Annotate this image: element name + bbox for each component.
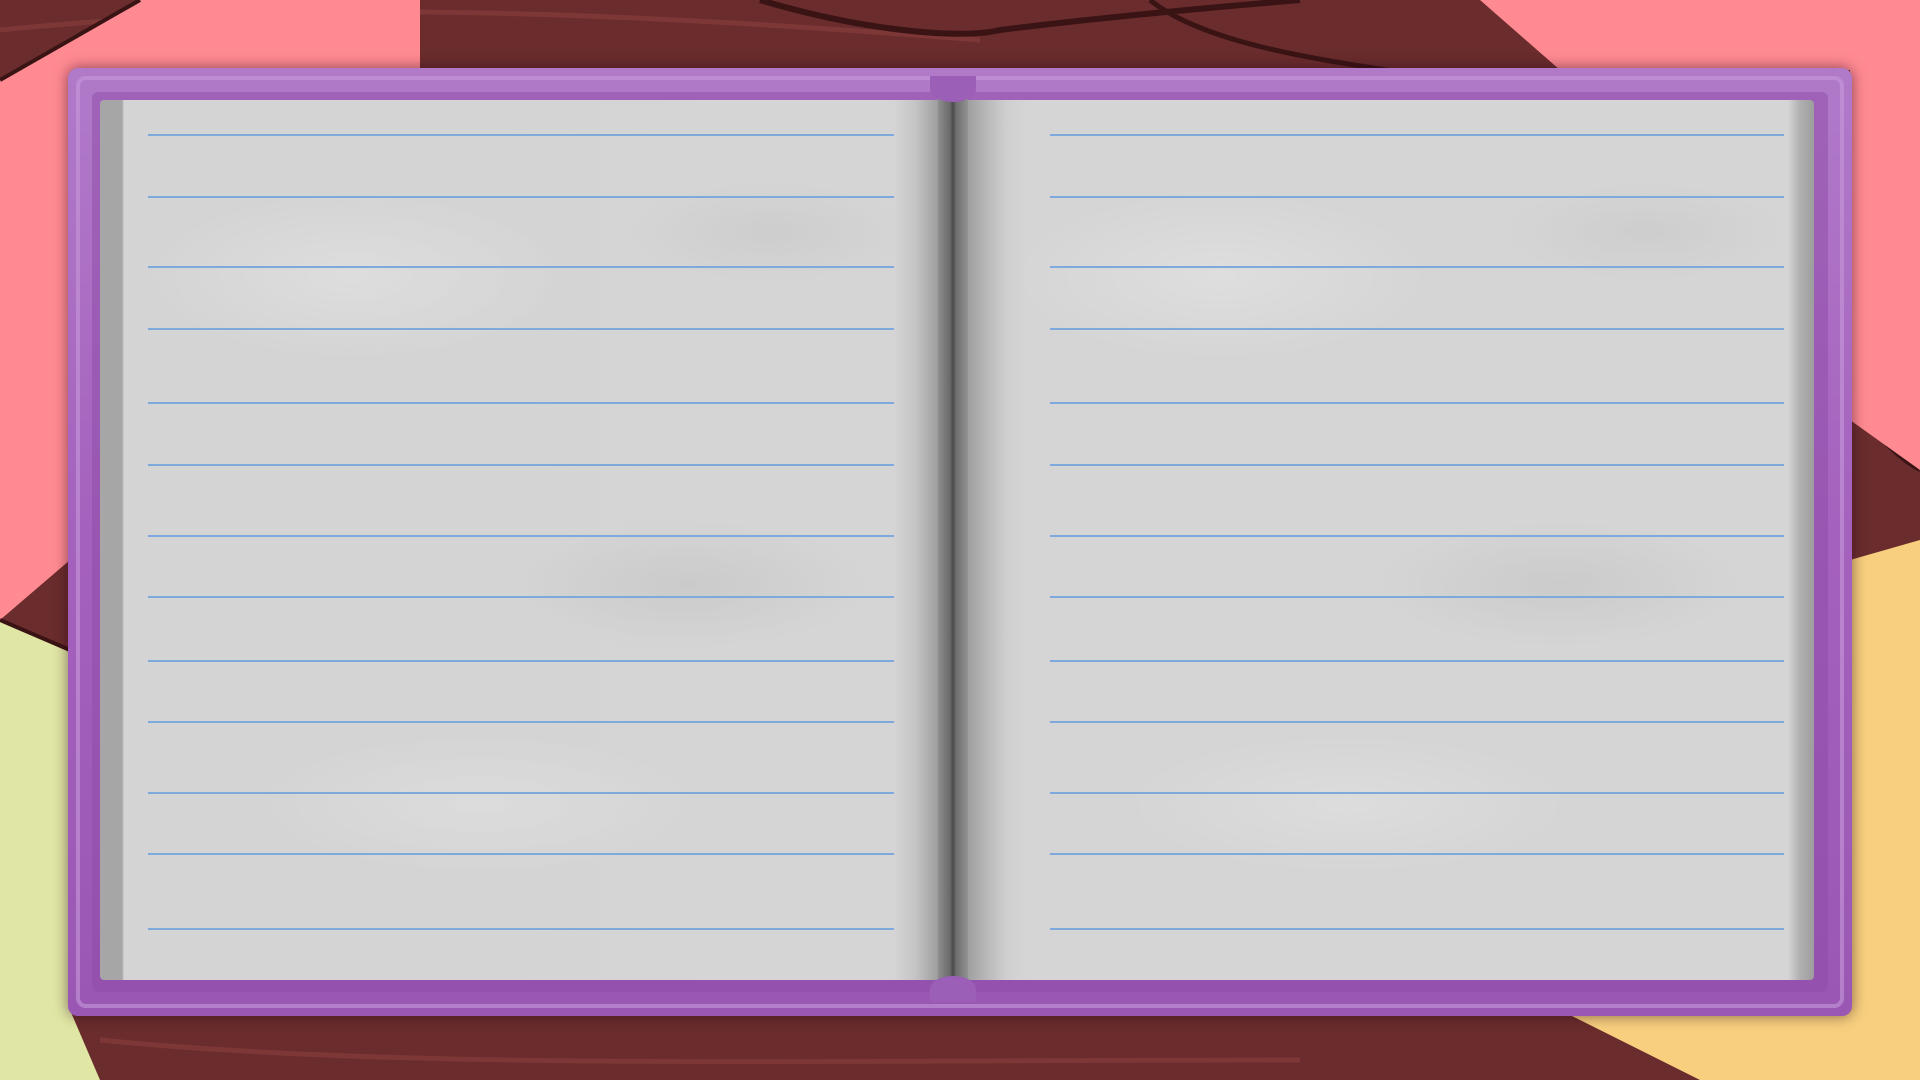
ruled-line xyxy=(1050,660,1784,662)
ruled-line xyxy=(148,464,894,466)
left-page[interactable] xyxy=(100,100,940,980)
ruled-line xyxy=(1050,266,1784,268)
ruled-line xyxy=(1050,134,1784,136)
ruled-line xyxy=(1050,853,1784,855)
ruled-line xyxy=(148,660,894,662)
ruled-line xyxy=(1050,402,1784,404)
spine-notch-top xyxy=(930,76,976,102)
right-page[interactable] xyxy=(966,100,1814,980)
ruled-line xyxy=(148,535,894,537)
ruled-line xyxy=(148,928,894,930)
ruled-line xyxy=(148,853,894,855)
ruled-line xyxy=(148,266,894,268)
ruled-line xyxy=(148,721,894,723)
ruled-line xyxy=(148,596,894,598)
notebook-spine xyxy=(938,92,968,988)
ruled-line xyxy=(1050,792,1784,794)
paper-texture xyxy=(100,100,940,980)
ruled-line xyxy=(1050,535,1784,537)
paper-texture xyxy=(966,100,1814,980)
ruled-line xyxy=(1050,328,1784,330)
ruled-line xyxy=(148,134,894,136)
ruled-line xyxy=(1050,928,1784,930)
ruled-line xyxy=(148,402,894,404)
ruled-line xyxy=(148,196,894,198)
ruled-line xyxy=(148,328,894,330)
ruled-line xyxy=(1050,464,1784,466)
spine-notch-bottom xyxy=(930,976,976,1002)
ruled-line xyxy=(1050,596,1784,598)
ruled-line xyxy=(148,792,894,794)
ruled-line xyxy=(1050,721,1784,723)
game-scene xyxy=(0,0,1920,1080)
ruled-line xyxy=(1050,196,1784,198)
